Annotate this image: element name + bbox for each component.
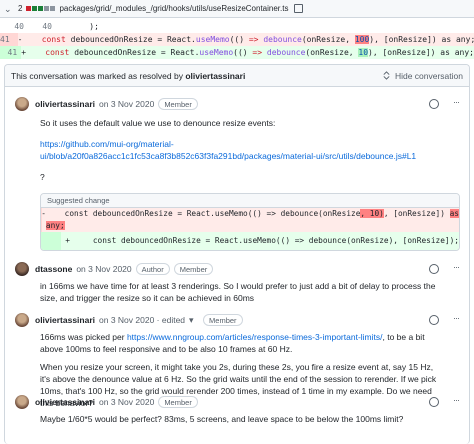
kebab-menu-icon[interactable]: ···: [453, 313, 460, 323]
smiley-icon[interactable]: [429, 99, 439, 109]
comment-author[interactable]: dtassone: [35, 264, 72, 274]
new-line-number[interactable]: 40: [28, 20, 56, 33]
diffstat-removed: [26, 6, 32, 11]
resolved-banner: This conversation was marked as resolved…: [5, 65, 469, 87]
comment-author[interactable]: oliviertassinari: [35, 397, 95, 407]
role-badge: Member: [203, 314, 243, 326]
diff-added-line: 41 + const debouncedOnResize = React.use…: [0, 46, 474, 59]
code-text: const debouncedOnResize = React.useMemo(…: [45, 48, 474, 57]
comment-date[interactable]: on 3 Nov 2020: [99, 99, 154, 109]
comment-date[interactable]: on 3 Nov 2020: [99, 397, 154, 407]
file-header: ⌄ 2 packages/grid/_modules_/grid/hooks/u…: [0, 0, 474, 18]
old-line-number[interactable]: 40: [0, 20, 28, 33]
smiley-icon[interactable]: [429, 264, 439, 274]
role-badge: Member: [158, 98, 198, 110]
review-comment: dtassone on 3 Nov 2020 Author Member ···…: [5, 260, 469, 312]
chevron-down-icon[interactable]: ▾: [189, 315, 199, 325]
role-badge: Author: [135, 263, 170, 275]
copy-icon[interactable]: [294, 4, 304, 13]
role-badge: Member: [173, 263, 214, 275]
resolved-text: This conversation was marked as resolved…: [11, 70, 186, 81]
comment-link[interactable]: https://github.com/mui-org/material- ui/…: [40, 138, 460, 162]
file-path[interactable]: packages/grid/_modules_/grid/hooks/utils…: [59, 4, 288, 13]
review-comment: oliviertassinari on 3 Nov 2020 Member ··…: [5, 93, 469, 269]
smiley-icon[interactable]: [429, 397, 439, 407]
comment-body: 166ms was picked per https://www.nngroup…: [40, 332, 425, 354]
kebab-menu-icon[interactable]: ···: [453, 395, 460, 405]
hide-conversation-button[interactable]: Hide conversation: [382, 71, 463, 81]
hide-conversation-label: Hide conversation: [394, 70, 463, 81]
code-text: const debouncedOnResize = React.useMemo(…: [41, 35, 474, 44]
diffstat-added: [32, 6, 38, 11]
suggestion-title: Suggested change: [41, 194, 459, 208]
role-badge: Member: [158, 396, 198, 408]
resolved-by[interactable]: oliviertassinari: [185, 71, 245, 81]
comment-body: Maybe 1/60*5 would be perfect? 83ms, 5 s…: [40, 414, 404, 424]
comment-body: So it uses the default value we use to d…: [40, 118, 276, 128]
diffstat-neutral: [50, 6, 56, 11]
code-text: );: [70, 22, 99, 31]
nngroup-link[interactable]: https://www.nngroup.com/articles/respons…: [127, 332, 383, 342]
kebab-menu-icon[interactable]: ···: [453, 262, 460, 272]
comment-date[interactable]: on 3 Nov 2020: [76, 264, 131, 274]
comment-author[interactable]: oliviertassinari: [35, 99, 95, 109]
chevron-down-icon[interactable]: ⌄: [4, 4, 14, 14]
diffstat-neutral: [44, 6, 50, 11]
old-line-number[interactable]: 41: [0, 33, 14, 46]
diff-deleted-line: 41 - const debouncedOnResize = React.use…: [0, 33, 474, 46]
comment-body: ?: [40, 172, 45, 182]
comment-body: in 166ms we have time for at least 3 ren…: [40, 281, 436, 303]
comment-date[interactable]: on 3 Nov 2020 · edited: [99, 315, 185, 325]
change-count: 2: [18, 4, 23, 13]
review-conversation: This conversation was marked as resolved…: [4, 64, 470, 444]
kebab-menu-icon[interactable]: ···: [453, 97, 460, 107]
diffstat-bar: [26, 6, 56, 11]
diff-context-line: 40 40 );: [0, 20, 474, 33]
new-line-number[interactable]: 41: [7, 46, 22, 59]
unfold-icon: [383, 71, 390, 80]
diffstat-added: [38, 6, 44, 11]
smiley-icon[interactable]: [429, 315, 439, 325]
comment-author[interactable]: oliviertassinari: [35, 315, 95, 325]
suggested-change: Suggested change - const debouncedOnResi…: [40, 193, 460, 251]
review-comment: oliviertassinari on 3 Nov 2020 Member ··…: [5, 393, 469, 444]
suggestion-added-line: + const debouncedOnResize = React.useMem…: [41, 232, 459, 250]
suggestion-removed-line: - const debouncedOnResize = React.useMem…: [41, 208, 459, 232]
